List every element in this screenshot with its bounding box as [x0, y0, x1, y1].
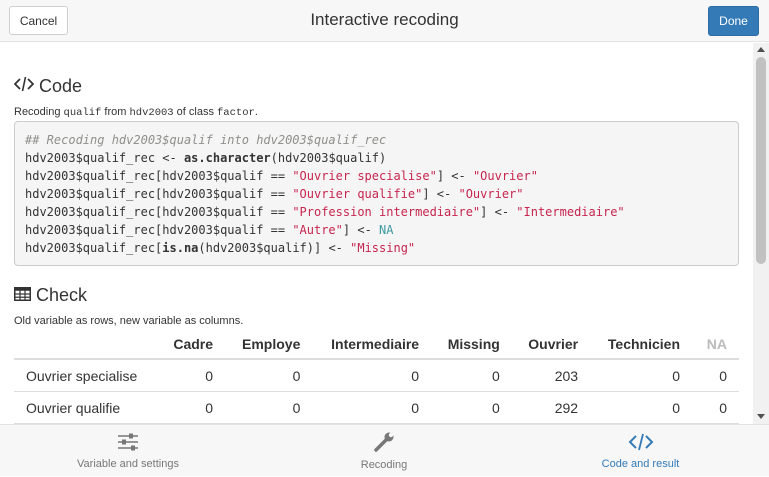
table-cell: 0: [312, 391, 432, 424]
table-cell: 0: [431, 359, 512, 392]
column-header: Ouvrier: [511, 330, 591, 360]
table-cell: 0: [157, 359, 226, 392]
sliders-icon: [117, 433, 139, 454]
dataframe-name: hdv2003: [129, 107, 174, 119]
check-heading-label: Check: [36, 285, 88, 305]
table-cell: 0: [225, 359, 313, 392]
check-description: Old variable as rows, new variable as co…: [14, 315, 244, 327]
tab-code-and-result[interactable]: Code and result: [512, 425, 769, 477]
tab-recoding[interactable]: Recoding: [256, 425, 512, 477]
check-heading: Check: [14, 285, 87, 306]
column-header: Missing: [431, 330, 512, 360]
table-icon: [14, 285, 31, 306]
table-row: Ouvrier specialise 0 0 0 0 203 0 0: [14, 359, 739, 392]
tab-variable-and-settings[interactable]: Variable and settings: [0, 425, 256, 477]
column-header: [14, 330, 158, 360]
tab-label: Variable and settings: [77, 457, 179, 470]
table-cell: 0: [590, 391, 693, 424]
wrench-icon: [373, 432, 395, 455]
bottom-tab-bar: Variable and settings Recoding Code and …: [0, 424, 769, 476]
page-title: Interactive recoding: [310, 10, 459, 29]
code-icon: [628, 433, 654, 454]
table-cell: 0: [692, 391, 739, 424]
tab-label: Code and result: [601, 457, 680, 470]
table-row: Ouvrier qualifie 0 0 0 0 292 0 0: [14, 391, 739, 424]
variable-name: qualif: [63, 107, 102, 119]
recoding-description: Recoding qualif from hdv2003 of class fa…: [14, 106, 258, 119]
scroll-down-arrow-icon[interactable]: [757, 414, 765, 419]
vertical-scrollbar[interactable]: [753, 43, 769, 424]
code-heading-label: Code: [39, 76, 83, 96]
table-header-row: Cadre Employe Intermediaire Missing Ouvr…: [14, 330, 739, 360]
table-cell: 0: [431, 391, 512, 424]
table-cell: 0: [225, 391, 313, 424]
main-content[interactable]: Code Recoding qualif from hdv2003 of cla…: [0, 43, 753, 424]
scroll-up-arrow-icon[interactable]: [757, 47, 765, 52]
done-button[interactable]: Done: [708, 6, 759, 36]
row-label: Ouvrier qualifie: [14, 391, 158, 424]
table-cell: 203: [511, 359, 591, 392]
column-header: NA: [692, 330, 739, 360]
table-cell: 0: [590, 359, 693, 392]
table-cell: 0: [692, 359, 739, 392]
column-header: Employe: [225, 330, 313, 360]
code-comment: ## Recoding hdv2003$qualif into hdv2003$…: [25, 133, 387, 147]
column-header: Technicien: [590, 330, 693, 360]
tab-label: Recoding: [360, 458, 408, 471]
column-header: Cadre: [157, 330, 226, 360]
code-icon: [13, 76, 35, 97]
scroll-thumb[interactable]: [756, 57, 766, 264]
code-heading: Code: [13, 76, 83, 97]
top-bar: Cancel Interactive recoding Done: [0, 0, 769, 42]
column-header: Intermediaire: [312, 330, 432, 360]
table-cell: 0: [312, 359, 432, 392]
crosstab-table: Cadre Employe Intermediaire Missing Ouvr…: [14, 330, 739, 424]
row-label: Ouvrier specialise: [14, 359, 158, 392]
table-cell: 292: [511, 391, 591, 424]
code-block[interactable]: ## Recoding hdv2003$qualif into hdv2003$…: [14, 121, 739, 266]
table-cell: 0: [157, 391, 226, 424]
variable-class: factor: [217, 107, 255, 119]
